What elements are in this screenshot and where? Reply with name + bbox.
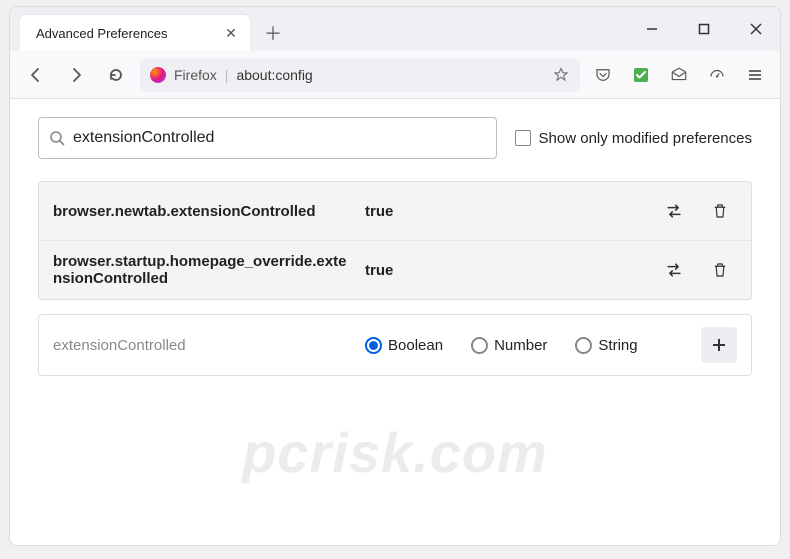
titlebar: Advanced Preferences ✕ ＋ [10,7,780,51]
new-pref-row: extensionControlled Boolean Number Strin… [38,314,752,376]
address-url: about:config [236,67,544,83]
radio-number[interactable]: Number [471,337,547,354]
firefox-icon [150,67,166,83]
new-tab-button[interactable]: ＋ [258,18,288,48]
search-row: extensionControlled Show only modified p… [38,117,752,159]
radio-label: Number [494,337,547,354]
radio-icon [471,337,488,354]
radio-icon [575,337,592,354]
pref-value: true [365,262,645,279]
toggle-button[interactable] [657,253,691,287]
delete-button[interactable] [703,253,737,287]
browser-window: Advanced Preferences ✕ ＋ Firefox | about… [9,6,781,546]
address-separator: | [225,67,229,83]
show-modified-checkbox[interactable]: Show only modified preferences [515,130,752,147]
radio-string[interactable]: String [575,337,637,354]
address-bar[interactable]: Firefox | about:config [140,58,580,92]
forward-button[interactable] [60,59,92,91]
radio-icon [365,337,382,354]
radio-label: String [598,337,637,354]
toolbar-icons [588,60,770,90]
close-window-button[interactable] [742,15,770,43]
close-tab-icon[interactable]: ✕ [222,24,240,42]
search-icon [49,130,65,146]
watermark: pcrisk.com [242,420,548,485]
pref-row: browser.startup.homepage_override.extens… [39,241,751,299]
toolbar: Firefox | about:config [10,51,780,99]
delete-button[interactable] [703,194,737,228]
menu-button[interactable] [740,60,770,90]
mail-icon[interactable] [664,60,694,90]
pref-value: true [365,203,645,220]
new-pref-name: extensionControlled [53,337,353,354]
type-radio-group: Boolean Number String [365,337,689,354]
checkbox-icon[interactable] [515,130,531,146]
dashboard-icon[interactable] [702,60,732,90]
tab-title: Advanced Preferences [36,26,222,41]
window-controls [638,7,770,51]
prefs-list: browser.newtab.extensionControlled true … [38,181,752,300]
search-input[interactable]: extensionControlled [38,117,497,159]
pocket-icon[interactable] [588,60,618,90]
radio-boolean[interactable]: Boolean [365,337,443,354]
search-value: extensionControlled [73,129,214,147]
pref-name: browser.startup.homepage_override.extens… [53,253,353,287]
address-label: Firefox [174,67,217,83]
bookmark-star-icon[interactable] [552,66,570,84]
checkbox-label: Show only modified preferences [539,130,752,147]
toggle-button[interactable] [657,194,691,228]
content-area: extensionControlled Show only modified p… [10,99,780,394]
back-button[interactable] [20,59,52,91]
maximize-button[interactable] [690,15,718,43]
extension-icon[interactable] [626,60,656,90]
pref-name: browser.newtab.extensionControlled [53,203,353,220]
reload-button[interactable] [100,59,132,91]
pref-row: browser.newtab.extensionControlled true [39,182,751,241]
minimize-button[interactable] [638,15,666,43]
add-button[interactable] [701,327,737,363]
browser-tab[interactable]: Advanced Preferences ✕ [20,15,250,51]
radio-label: Boolean [388,337,443,354]
